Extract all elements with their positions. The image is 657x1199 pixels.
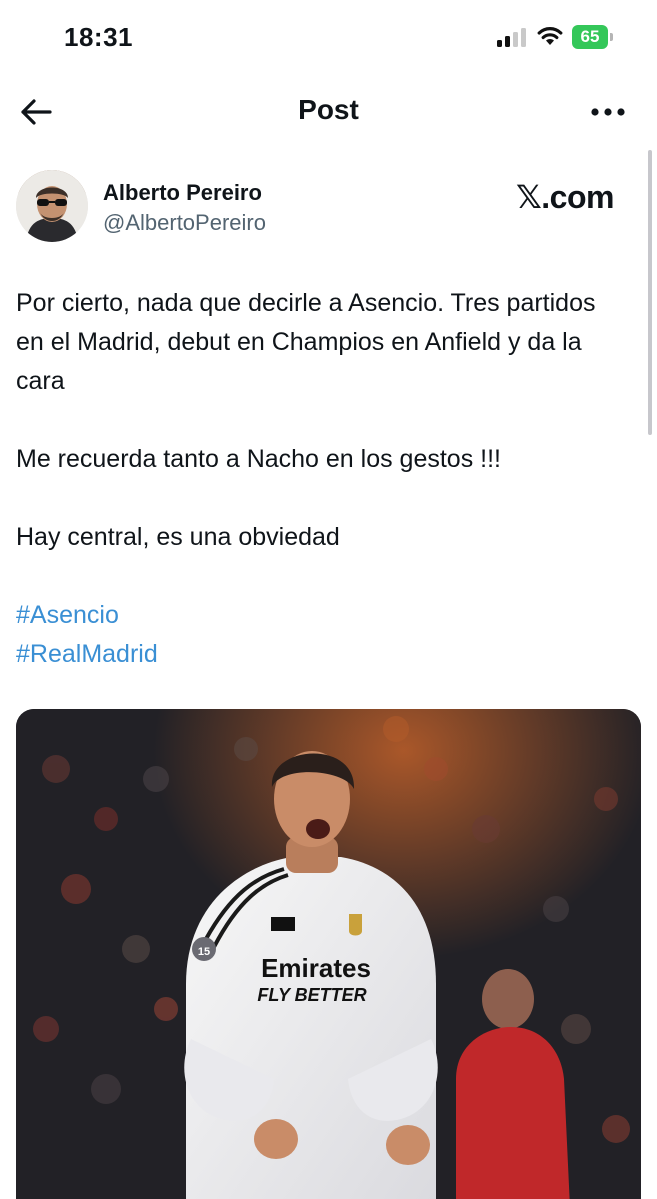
avatar[interactable] [16,170,88,242]
post-paragraph: Hay central, es una obviedad [16,523,340,551]
wifi-icon [536,24,564,48]
page-title: Post [298,94,359,125]
battery-tip [610,33,613,41]
author-display-name[interactable]: Alberto Pereiro [103,180,262,206]
player-photo: Emirates FLY BETTER 15 [16,709,641,1199]
status-bar: 18:31 65 [0,0,657,72]
post-media-image[interactable]: Emirates FLY BETTER 15 [16,709,641,1199]
x-logo-text: .com [541,179,614,215]
post-paragraph: Por cierto, nada que decirle a Asencio. … [16,289,596,395]
hashtag-link[interactable]: #Asencio [16,596,616,635]
author-handle[interactable]: @AlbertoPereiro [103,210,266,236]
shirt-sponsor-line1: Emirates [261,953,371,983]
post-paragraph: Me recuerda tanto a Nacho en los gestos … [16,445,501,473]
post-page: 18:31 65 Post Alberto Pereiro @AlbertoPe… [0,0,657,1199]
avatar-image [16,170,88,242]
scrollbar[interactable] [648,150,652,435]
more-button[interactable] [586,92,630,132]
post-body: Por cierto, nada que decirle a Asencio. … [16,284,616,674]
signal-icon [497,27,529,47]
more-horizontal-icon [591,108,625,116]
battery-level: 65 [572,25,608,49]
shirt-badge-number: 15 [198,946,210,958]
status-time: 18:31 [64,22,133,52]
author-row: Alberto Pereiro @AlbertoPereiro 𝕏 .com [0,168,657,248]
shirt-sponsor-line2: FLY BETTER [257,985,366,1005]
hashtag-link[interactable]: #RealMadrid [16,635,616,674]
top-nav: Post [0,72,657,150]
x-logo: 𝕏 .com [516,178,614,216]
battery-icon: 65 [572,25,614,49]
x-logo-mark: 𝕏 [516,179,542,215]
